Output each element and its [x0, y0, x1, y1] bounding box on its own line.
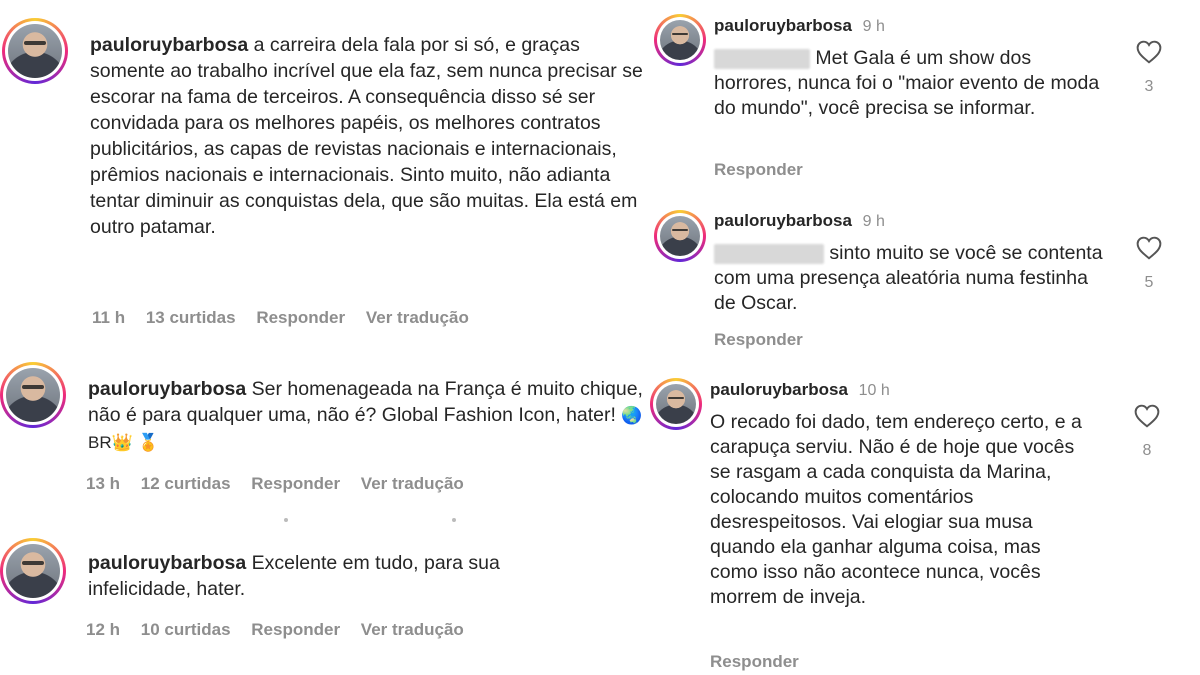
comment-username[interactable]: pauloruybarbosa: [88, 378, 246, 400]
heart-icon[interactable]: [1134, 404, 1160, 428]
reply-button[interactable]: Responder: [251, 474, 340, 493]
reply-button[interactable]: Responder: [710, 652, 799, 672]
comment-time: 10 h: [858, 382, 890, 399]
like-count: 5: [1144, 274, 1154, 291]
separator-dot: [452, 518, 456, 522]
comment-username[interactable]: pauloruybarbosa: [714, 16, 852, 35]
comment-text: pauloruybarbosa Ser homenageada na Franç…: [88, 376, 648, 456]
comment-header: pauloruybarbosa 9 h: [714, 211, 885, 231]
blurred-mention: @user: [714, 49, 810, 69]
translate-button[interactable]: Ver tradução: [361, 620, 464, 639]
comment-likes[interactable]: 12 curtidas: [141, 474, 231, 493]
comment-meta: 11 h 13 curtidas Responder Ver tradução: [92, 308, 485, 328]
comment-time: 13 h: [86, 474, 121, 493]
avatar[interactable]: [654, 210, 706, 262]
avatar[interactable]: [0, 538, 66, 604]
avatar[interactable]: [654, 14, 706, 66]
comment-body: a carreira dela fala por si só, e graças…: [90, 34, 643, 238]
translate-button[interactable]: Ver tradução: [366, 308, 469, 327]
comment-text: pauloruybarbosa a carreira dela fala por…: [90, 32, 650, 240]
like-count: 8: [1142, 442, 1152, 459]
comment-text: O recado foi dado, tem endereço certo, e…: [710, 410, 1082, 610]
avatar[interactable]: [0, 362, 66, 428]
reply-button[interactable]: Responder: [256, 308, 345, 327]
heart-icon[interactable]: [1136, 236, 1162, 260]
comment-username[interactable]: pauloruybarbosa: [714, 211, 852, 230]
comment-time: 11 h: [92, 308, 126, 327]
comment-meta: 12 h 10 curtidas Responder Ver tradução: [86, 620, 480, 640]
comment-header: pauloruybarbosa 9 h: [714, 16, 885, 36]
like-count: 3: [1144, 78, 1154, 95]
heart-icon[interactable]: [1136, 40, 1162, 64]
reply-button[interactable]: Responder: [714, 330, 803, 350]
comment-time: 12 h: [86, 620, 121, 639]
blurred-mention: @user: [714, 244, 824, 264]
comment-meta: 13 h 12 curtidas Responder Ver tradução: [86, 474, 480, 494]
reply-button[interactable]: Responder: [714, 160, 803, 180]
avatar[interactable]: [650, 378, 702, 430]
reply-button[interactable]: Responder: [251, 620, 340, 639]
comment-text: @user sinto muito se você se contenta co…: [714, 241, 1114, 316]
avatar[interactable]: [2, 18, 68, 84]
comment-time: 9 h: [862, 18, 885, 35]
comment-text: @user Met Gala é um show dos horrores, n…: [714, 46, 1114, 121]
comment-time: 9 h: [862, 213, 885, 230]
comment-username[interactable]: pauloruybarbosa: [88, 552, 246, 574]
comment-text: pauloruybarbosa Excelente em tudo, para …: [88, 550, 588, 602]
comment-username[interactable]: pauloruybarbosa: [710, 380, 848, 399]
comment-header: pauloruybarbosa 10 h: [710, 380, 890, 400]
separator-dot: [284, 518, 288, 522]
translate-button[interactable]: Ver tradução: [361, 474, 464, 493]
comment-username[interactable]: pauloruybarbosa: [90, 34, 248, 56]
comment-likes[interactable]: 13 curtidas: [146, 308, 236, 327]
comment-likes[interactable]: 10 curtidas: [141, 620, 231, 639]
comment-body: O recado foi dado, tem endereço certo, e…: [710, 411, 1082, 608]
